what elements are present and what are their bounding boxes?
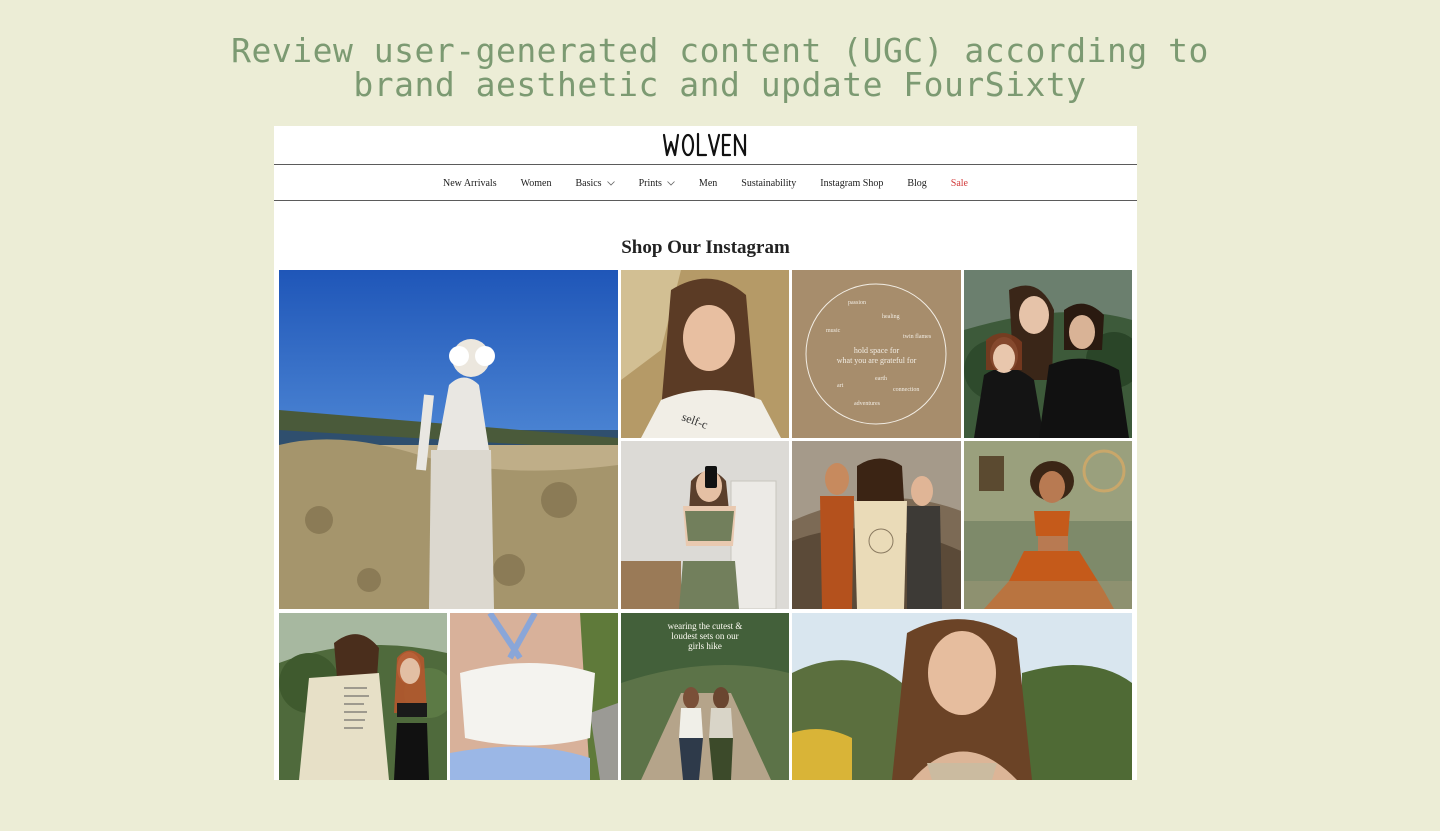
headline-line-2: brand aesthetic and update FourSixty — [353, 65, 1087, 104]
chevron-down-icon — [667, 180, 675, 186]
nav-basics[interactable]: Basics — [575, 178, 615, 189]
hike-caption: wearing the cutest & loudest sets on our… — [667, 621, 743, 651]
main-nav: New Arrivals Women Basics Prints Men Sus… — [274, 165, 1137, 201]
ugc-tile-orange-set[interactable] — [964, 441, 1132, 609]
nav-sale[interactable]: Sale — [951, 178, 968, 189]
nav-women[interactable]: Women — [521, 178, 552, 189]
ugc-tile-couple[interactable] — [964, 270, 1132, 438]
ugc-tile-girls-hike[interactable]: wearing the cutest & loudest sets on our… — [621, 613, 789, 780]
nav-instagram-shop[interactable]: Instagram Shop — [820, 178, 883, 189]
nav-blog[interactable]: Blog — [907, 178, 926, 189]
ugc-tile-selfie[interactable]: self-c — [621, 270, 789, 438]
nav-prints[interactable]: Prints — [639, 178, 675, 189]
gratitude-text: passion healing music twin flames hold s… — [826, 300, 932, 407]
store-screenshot: New Arrivals Women Basics Prints Men Sus… — [274, 126, 1137, 780]
ugc-tile-beach[interactable] — [279, 270, 618, 609]
headline-line-1: Review user-generated content (UGC) acco… — [231, 31, 1209, 70]
ugc-tile-gratitude[interactable]: passion healing music twin flames hold s… — [792, 270, 961, 438]
nav-divider — [274, 200, 1137, 201]
ugc-tile-group-rust[interactable] — [792, 441, 961, 609]
nav-new-arrivals[interactable]: New Arrivals — [443, 178, 497, 189]
nav-sustainability[interactable]: Sustainability — [741, 178, 796, 189]
ugc-tile-sweatshirt[interactable] — [279, 613, 447, 780]
brand-logo[interactable] — [274, 126, 1137, 164]
ugc-tile-mirror-selfie[interactable] — [621, 441, 789, 609]
chevron-down-icon — [606, 180, 615, 186]
section-title: Shop Our Instagram — [621, 237, 790, 258]
task-headline: Review user-generated content (UGC) acco… — [0, 34, 1440, 102]
nav-men[interactable]: Men — [699, 178, 717, 189]
ugc-tile-bra-closeup[interactable] — [450, 613, 618, 780]
ugc-tile-portrait[interactable] — [792, 613, 1132, 780]
